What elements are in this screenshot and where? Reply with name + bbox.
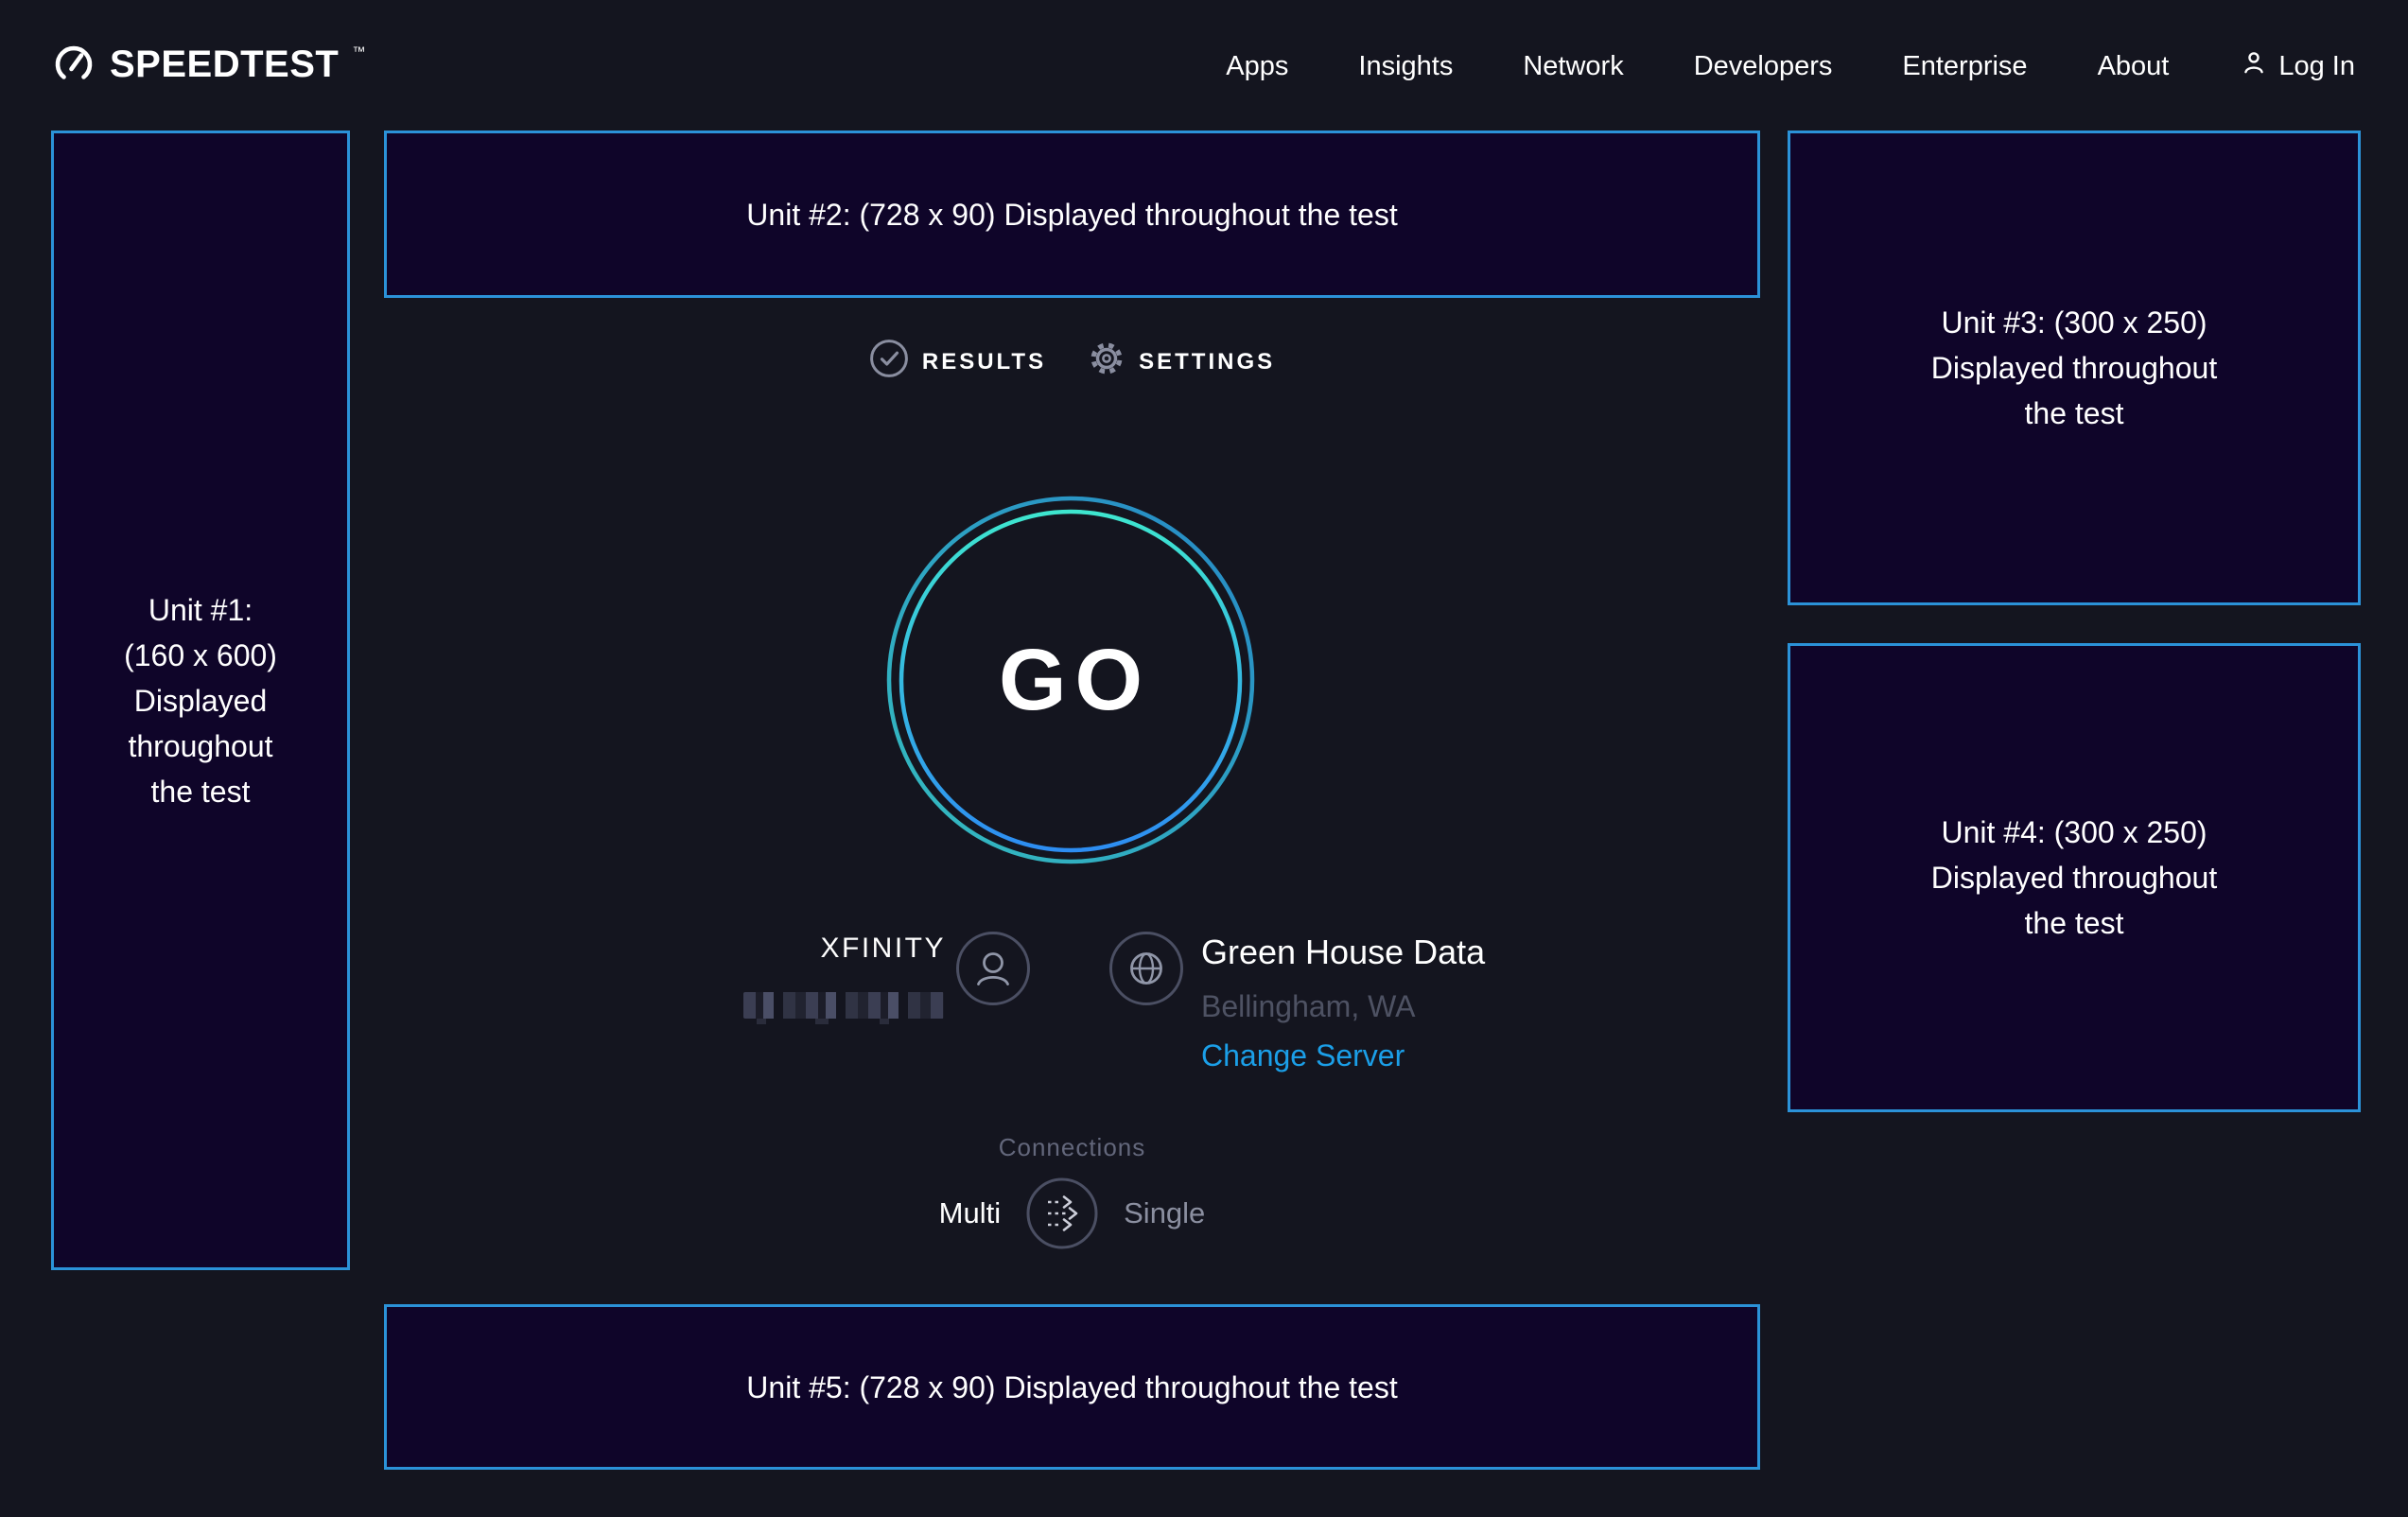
- user-icon: [2239, 47, 2269, 85]
- brand-wordmark: SPEEDTEST: [110, 42, 339, 87]
- redacted-ip-address: [743, 992, 944, 1019]
- tab-settings-label: SETTINGS: [1139, 349, 1275, 375]
- server-globe-icon: [1108, 931, 1184, 1006]
- redacted-ip-fragment: [815, 1019, 829, 1024]
- top-nav-bar: SPEEDTEST ™ Apps Insights Network Develo…: [0, 0, 2408, 132]
- change-server-link[interactable]: Change Server: [1201, 1038, 1405, 1073]
- nav-network[interactable]: Network: [1523, 51, 1623, 82]
- connections-label: Connections: [384, 1133, 1760, 1162]
- isp-user-icon: [955, 931, 1031, 1006]
- ad-unit-2-banner: Unit #2: (728 x 90) Displayed throughout…: [384, 131, 1760, 298]
- nav-insights[interactable]: Insights: [1358, 51, 1453, 82]
- ad-unit-5-text: Unit #5: (728 x 90) Displayed throughout…: [746, 1365, 1397, 1410]
- ad-unit-5-banner: Unit #5: (728 x 90) Displayed throughout…: [384, 1304, 1760, 1470]
- go-button[interactable]: GO: [886, 496, 1255, 864]
- check-circle-icon: [869, 339, 909, 385]
- speedtest-logo[interactable]: SPEEDTEST ™: [51, 42, 365, 92]
- nav-apps[interactable]: Apps: [1226, 51, 1288, 82]
- tab-results[interactable]: RESULTS: [869, 339, 1046, 385]
- ad-unit-3-rectangle: Unit #3: (300 x 250) Displayed throughou…: [1788, 131, 2361, 605]
- nav-about[interactable]: About: [2098, 51, 2170, 82]
- connections-toggle-row: Multi Single: [384, 1177, 1760, 1250]
- redacted-ip-fragment: [757, 1019, 766, 1024]
- ad-unit-1-skyscraper: Unit #1: (160 x 600) Displayed throughou…: [51, 131, 350, 1270]
- ad-unit-3-text: Unit #3: (300 x 250) Displayed throughou…: [1931, 300, 2217, 436]
- ad-unit-4-rectangle: Unit #4: (300 x 250) Displayed throughou…: [1788, 643, 2361, 1112]
- ad-unit-2-text: Unit #2: (728 x 90) Displayed throughout…: [746, 192, 1397, 237]
- connections-multi-option[interactable]: Multi: [939, 1196, 1001, 1230]
- multi-arrows-icon: [1025, 1239, 1099, 1253]
- redacted-ip-fragment: [880, 1019, 889, 1024]
- go-button-label: GO: [886, 496, 1255, 864]
- server-location: Bellingham, WA: [1201, 989, 1415, 1024]
- gear-icon: [1088, 340, 1125, 384]
- tab-settings[interactable]: SETTINGS: [1088, 340, 1275, 384]
- isp-name: XFINITY: [605, 933, 946, 965]
- login-button[interactable]: Log In: [2239, 47, 2355, 85]
- ad-unit-4-text: Unit #4: (300 x 250) Displayed throughou…: [1931, 810, 2217, 946]
- connections-toggle-button[interactable]: [1025, 1177, 1099, 1250]
- speedometer-icon: [51, 42, 96, 92]
- tab-results-label: RESULTS: [922, 349, 1046, 375]
- ad-unit-1-text: Unit #1: (160 x 600) Displayed throughou…: [124, 587, 277, 814]
- connections-single-option[interactable]: Single: [1124, 1196, 1205, 1230]
- nav-enterprise[interactable]: Enterprise: [1902, 51, 2027, 82]
- main-nav: Apps Insights Network Developers Enterpr…: [1226, 47, 2355, 85]
- login-label: Log In: [2278, 51, 2355, 82]
- nav-developers[interactable]: Developers: [1694, 51, 1833, 82]
- server-name: Green House Data: [1201, 933, 1485, 972]
- speedtest-page: SPEEDTEST ™ Apps Insights Network Develo…: [0, 0, 2408, 1517]
- tab-bar: RESULTS SETTINGS: [384, 339, 1760, 385]
- trademark-symbol: ™: [352, 44, 365, 59]
